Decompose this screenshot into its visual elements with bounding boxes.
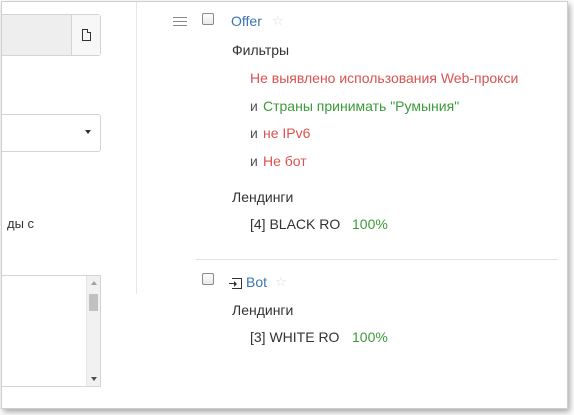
landings-heading: Лендинги (232, 189, 294, 205)
rule-title-link[interactable]: Bot (246, 274, 267, 290)
landing-name: [3] WHITE RO (250, 329, 340, 345)
sign-in-icon (229, 278, 242, 289)
filter-conjunction: и (250, 153, 258, 169)
rule-checkbox[interactable] (202, 13, 214, 25)
landing-percent: 100% (352, 216, 388, 232)
filter-item: Не бот (263, 153, 307, 169)
scroll-down-icon[interactable] (91, 377, 97, 381)
star-icon[interactable]: ☆ (275, 274, 287, 290)
scroll-up-icon[interactable] (91, 281, 97, 285)
star-icon[interactable]: ☆ (272, 13, 284, 29)
left-panel: ды с (2, 2, 137, 408)
scroll-thumb[interactable] (89, 294, 98, 311)
document-icon (81, 29, 91, 41)
input-addon-button[interactable] (71, 15, 100, 55)
rule-checkbox[interactable] (202, 273, 214, 285)
filter-conjunction: и (250, 98, 258, 114)
text-input[interactable] (2, 14, 101, 56)
filter-item: Страны принимать "Румыния" (263, 98, 460, 114)
filter-conjunction: и (250, 125, 258, 141)
filter-item: Не выявлено использования Web-прокси (250, 70, 519, 86)
filter-item: не IPv6 (263, 125, 311, 141)
select-dropdown[interactable] (2, 114, 101, 152)
screenshot-frame: ды с Offer ☆ Фильтры Не выявлено использ… (1, 1, 568, 409)
landing-percent: 100% (352, 329, 388, 345)
textarea-scrollbar[interactable] (86, 276, 100, 386)
landings-heading: Лендинги (232, 302, 294, 318)
textarea[interactable] (2, 275, 101, 387)
caret-down-icon (85, 130, 91, 134)
drag-handle-icon[interactable] (173, 17, 187, 29)
left-label-partial: ды с (7, 216, 35, 231)
filters-heading: Фильтры (232, 42, 290, 58)
column-divider (136, 2, 137, 294)
landing-name: [4] BLACK RO (250, 216, 341, 232)
rule-title-link[interactable]: Offer (231, 13, 262, 29)
rule-separator (196, 259, 558, 260)
